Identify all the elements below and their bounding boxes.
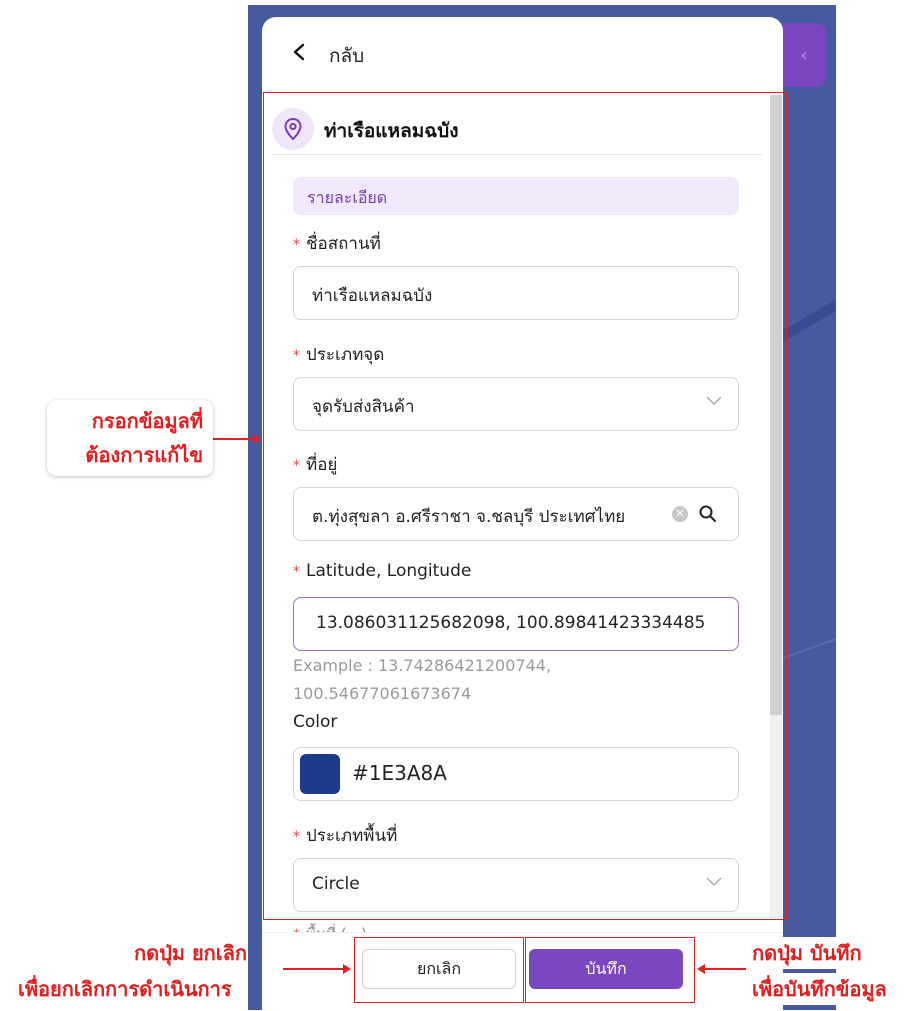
point-type-value: จุดรับส่งสินค้า	[312, 397, 415, 417]
color-label: Color	[293, 712, 338, 732]
latlng-value: 13.086031125682098, 100.89841423334485	[316, 613, 706, 633]
color-input[interactable]: #1E3A8A	[293, 747, 739, 801]
cancel-note-line2: เพื่อยกเลิกการดำเนินการ	[18, 973, 232, 1005]
chevron-left-icon: ‹	[800, 44, 808, 66]
chevron-down-icon	[706, 877, 722, 887]
cancel-arrow-head	[343, 964, 351, 974]
save-arrow-line	[704, 968, 746, 970]
section-title: รายละเอียด	[307, 188, 388, 207]
place-title-row: ท่าเรือแหลมฉบัง	[272, 106, 762, 155]
address-label: * ที่อยู่	[293, 455, 338, 475]
chevron-left-icon[interactable]	[292, 43, 306, 61]
cancel-arrow-line	[283, 968, 345, 970]
back-link[interactable]: กลับ	[329, 41, 364, 71]
section-header: รายละเอียด	[293, 177, 739, 215]
color-value: #1E3A8A	[352, 761, 447, 785]
address-input[interactable]: ต.ทุ่งสุขลา อ.ศรีราชา จ.ชลบุรี ประเทศไทย…	[293, 487, 739, 541]
place-title: ท่าเรือแหลมฉบัง	[324, 120, 459, 142]
latlng-example: Example : 13.74286421200744, 100.5467706…	[293, 656, 552, 703]
save-arrow-head	[697, 964, 705, 974]
chevron-down-icon	[706, 396, 722, 406]
search-icon[interactable]	[698, 504, 718, 524]
scrollbar-thumb[interactable]	[770, 95, 782, 715]
clear-icon[interactable]: ✕	[672, 506, 688, 522]
point-type-label: * ประเภทจุด	[293, 345, 385, 365]
cancel-button[interactable]: ยกเลิก	[362, 949, 516, 989]
map-pin-icon	[272, 108, 314, 150]
save-button[interactable]: บันทึก	[529, 949, 683, 989]
place-name-input[interactable]: ท่าเรือแหลมฉบัง	[293, 266, 739, 320]
latlng-label: * Latitude, Longitude	[293, 561, 472, 581]
place-name-label: * ชื่อสถานที่	[293, 234, 381, 254]
color-swatch[interactable]	[300, 754, 340, 794]
place-name-value: ท่าเรือแหลมฉบัง	[312, 286, 433, 306]
panel-header: กลับ	[262, 17, 783, 89]
point-type-select[interactable]: จุดรับส่งสินค้า	[293, 377, 739, 431]
latlng-input[interactable]: 13.086031125682098, 100.89841423334485	[293, 597, 739, 651]
area-type-value: Circle	[312, 874, 360, 894]
save-note-line2: เพื่อบันทึกข้อมูล	[752, 973, 887, 1005]
address-value: ต.ทุ่งสุขลา อ.ศรีราชา จ.ชลบุรี ประเทศไทย	[312, 507, 626, 527]
scrollbar[interactable]	[770, 95, 782, 920]
area-type-select[interactable]: Circle	[293, 858, 739, 912]
fill-arrow-line	[213, 438, 255, 440]
fill-arrow-head	[253, 434, 261, 444]
fill-callout: กรอกข้อมูลที่ ต้องการแก้ไข	[47, 400, 213, 476]
save-note-line1: กดปุ่ม บันทึก	[752, 937, 862, 969]
cancel-note-line1: กดปุ่ม ยกเลิก	[134, 937, 247, 969]
area-type-label: * ประเภทพื้นที่	[293, 826, 398, 846]
collapse-panel-button[interactable]: ‹	[782, 23, 826, 87]
